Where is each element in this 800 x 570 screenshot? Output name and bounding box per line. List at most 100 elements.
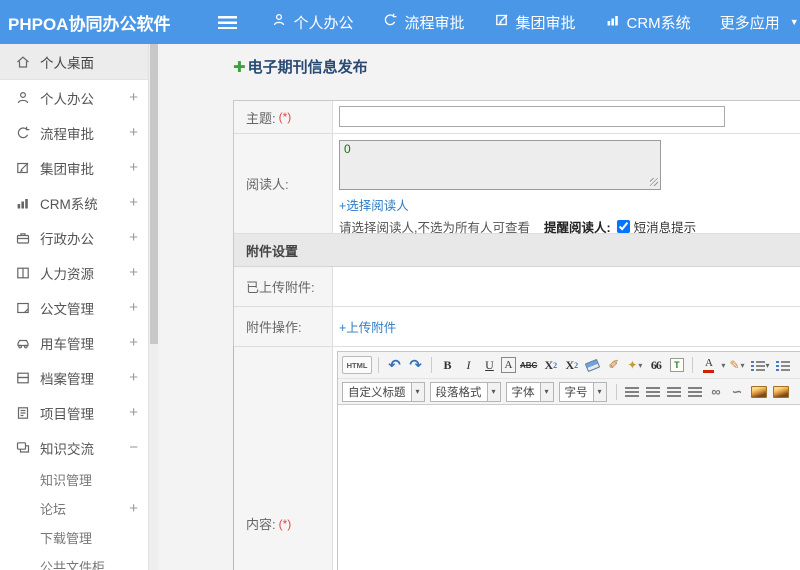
- heading-select[interactable]: 自定义标题 ▾: [342, 381, 425, 402]
- blockquote-button[interactable]: 66: [646, 355, 665, 375]
- caret-down-icon: ▾: [740, 360, 745, 370]
- underline-button[interactable]: U: [480, 355, 499, 375]
- expand-plus[interactable]: +: [129, 264, 138, 281]
- edit-icon: [14, 160, 31, 176]
- insert-image-button[interactable]: [749, 382, 769, 402]
- nav-more-apps[interactable]: 更多应用 ▼: [720, 12, 799, 33]
- eraser-button[interactable]: [583, 355, 602, 375]
- sidebar-item-project[interactable]: 项目管理 +: [0, 395, 148, 430]
- image-icon: [750, 385, 767, 398]
- justify-button[interactable]: [686, 382, 705, 402]
- collapse-minus[interactable]: −: [129, 439, 138, 456]
- ordered-list-button[interactable]: ▾: [749, 355, 772, 375]
- sms-notify-label: 短消息提示: [633, 221, 697, 235]
- sidebar-item-forum[interactable]: 论坛 +: [0, 494, 148, 523]
- sidebar-item-doc-management[interactable]: 公文管理 +: [0, 290, 148, 325]
- sidebar-item-group-approval[interactable]: 集团审批 +: [0, 150, 148, 185]
- main-content: ✚ 电子期刊信息发布 主题: (*) 阅读人: 0 +选择阅读人 请选择阅读人,…: [158, 44, 800, 570]
- sms-notify-checkbox[interactable]: [616, 220, 630, 233]
- font-size-select[interactable]: 字号 ▾: [558, 381, 607, 402]
- expand-plus[interactable]: +: [129, 194, 138, 211]
- highlight-color-button[interactable]: ✎ ▾: [727, 355, 746, 375]
- expand-plus[interactable]: +: [129, 89, 138, 106]
- unordered-list-icon: [776, 359, 791, 371]
- font-color-button[interactable]: A: [699, 355, 718, 375]
- nav-personal-office[interactable]: 个人办公: [271, 12, 353, 33]
- process-icon: [382, 12, 398, 32]
- subject-label: 主题:: [246, 110, 276, 126]
- sidebar-item-personal-desktop[interactable]: 个人桌面: [0, 44, 148, 80]
- sidebar-item-knowledge[interactable]: 知识交流 −: [0, 430, 148, 465]
- briefcase-icon: [14, 230, 31, 246]
- superscript-button[interactable]: X2: [541, 355, 560, 375]
- caret-down-icon: ▾: [539, 382, 553, 401]
- sidebar-scrollbar[interactable]: [148, 44, 158, 570]
- format-brush-button[interactable]: ✐: [604, 355, 623, 375]
- sidebar-item-process-approval[interactable]: 流程审批 +: [0, 115, 148, 150]
- book-icon: [14, 265, 31, 281]
- readers-textarea[interactable]: 0: [339, 140, 661, 190]
- expand-plus[interactable]: +: [129, 229, 138, 246]
- sidebar-item-download-mgmt[interactable]: 下载管理: [0, 523, 148, 552]
- nav-group-approval[interactable]: 集团审批: [494, 12, 576, 33]
- content-label: 内容:: [246, 517, 276, 532]
- expand-plus[interactable]: +: [129, 124, 138, 141]
- align-right-button[interactable]: [665, 382, 684, 402]
- subscript-button[interactable]: X2: [562, 355, 581, 375]
- sidebar-item-knowledge-mgmt[interactable]: 知识管理: [0, 465, 148, 494]
- subject-input[interactable]: [339, 106, 725, 127]
- nav-process-approval[interactable]: 流程审批: [382, 12, 465, 33]
- font-family-select[interactable]: 字体 ▾: [505, 381, 554, 402]
- expand-plus[interactable]: +: [129, 404, 138, 421]
- insert-link-button[interactable]: ∞: [707, 382, 726, 402]
- uploaded-attachments-row: 已上传附件:: [234, 267, 800, 307]
- highlighter-icon: ✎: [729, 358, 740, 372]
- expand-plus[interactable]: +: [129, 500, 138, 517]
- required-mark: (*): [278, 110, 292, 124]
- attachment-ops-label: 附件操作:: [246, 320, 302, 335]
- html-source-button[interactable]: HTML: [342, 356, 372, 374]
- unordered-list-button[interactable]: [774, 355, 793, 375]
- person-icon: [271, 12, 287, 32]
- upload-attachment-link[interactable]: +上传附件: [339, 317, 396, 336]
- scrollbar-thumb[interactable]: [150, 44, 158, 344]
- caret-down-icon: ▼: [789, 17, 799, 27]
- sidebar-item-vehicle[interactable]: 用车管理 +: [0, 325, 148, 360]
- editor-content-area[interactable]: [338, 404, 800, 570]
- redo-button[interactable]: ↷: [406, 355, 425, 375]
- paragraph-format-select[interactable]: 段落格式 ▾: [429, 381, 501, 402]
- align-center-button[interactable]: [644, 382, 663, 402]
- link-icon: ∞: [711, 384, 721, 399]
- chart-icon: [14, 195, 31, 211]
- caret-down-icon: ▾: [486, 382, 500, 401]
- expand-plus[interactable]: +: [129, 334, 138, 351]
- undo-button[interactable]: ↶: [385, 355, 404, 375]
- choose-readers-link[interactable]: +选择阅读人: [339, 195, 409, 214]
- sidebar-item-personal-office[interactable]: 个人办公 +: [0, 80, 148, 115]
- caret-down-icon: ▾: [721, 360, 726, 370]
- font-style-button[interactable]: A: [501, 357, 516, 373]
- italic-button[interactable]: I: [459, 355, 478, 375]
- content-row: 内容: (*) HTML ↶ ↷ B I U A ABC X 2 X 2 ✐ ✦…: [233, 346, 800, 570]
- insert-media-button[interactable]: [771, 382, 791, 402]
- editor-toolbar-row1: HTML ↶ ↷ B I U A ABC X2 X2 ✐ ✦ ▾ 66 T A …: [338, 352, 800, 378]
- paste-text-button[interactable]: T: [667, 355, 686, 375]
- nav-crm-system[interactable]: CRM系统: [605, 12, 691, 33]
- align-left-button[interactable]: [623, 382, 642, 402]
- project-icon: [14, 405, 31, 421]
- expand-plus[interactable]: +: [129, 299, 138, 316]
- sidebar-item-admin-office[interactable]: 行政办公 +: [0, 220, 148, 255]
- sidebar-item-crm[interactable]: CRM系统 +: [0, 185, 148, 220]
- strikethrough-button[interactable]: ABC: [518, 355, 539, 375]
- plus-icon: ✚: [233, 58, 246, 76]
- nav-label: 更多应用: [719, 14, 780, 32]
- sidebar-item-archive[interactable]: 档案管理 +: [0, 360, 148, 395]
- sidebar-item-public-cabinet[interactable]: 公共文件柜: [0, 552, 148, 570]
- expand-plus[interactable]: +: [129, 369, 138, 386]
- quick-format-button[interactable]: ✦ ▾: [625, 355, 644, 375]
- bold-button[interactable]: B: [438, 355, 457, 375]
- remove-link-button[interactable]: ∽: [728, 382, 747, 402]
- hamburger-menu-icon[interactable]: [218, 15, 238, 29]
- expand-plus[interactable]: +: [129, 159, 138, 176]
- sidebar-item-hr[interactable]: 人力资源 +: [0, 255, 148, 290]
